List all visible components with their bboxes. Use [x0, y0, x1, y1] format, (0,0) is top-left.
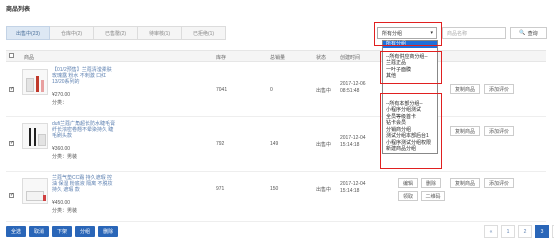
header-stock: 库存	[216, 55, 227, 61]
stock-value: 971	[216, 186, 225, 192]
add-review-button[interactable]: 添加评价	[484, 126, 514, 136]
header-status: 状态	[316, 55, 327, 61]
product-price: ¥270.00	[52, 92, 71, 98]
product-thumbnail[interactable]	[22, 123, 48, 149]
category-dropdown: 所有分组 --所有供应商分组-- 兰蔻正品 一叶子面膜 其他 --所有本部分组-…	[382, 40, 438, 154]
category-select-value: 所有分组	[382, 30, 403, 37]
row-checkbox[interactable]	[9, 192, 14, 198]
product-category: 分类：男装	[52, 208, 78, 214]
status-tabs: 出售中(23) 仓库中(2) 已售罄(2) 待审核(1) 已拒绝(1)	[6, 26, 226, 40]
product-category: 分类：男装	[52, 154, 78, 160]
header-created: 创建时间	[340, 55, 361, 61]
collect-button[interactable]: 领取	[398, 191, 418, 201]
product-thumbnail[interactable]	[22, 178, 48, 204]
tab-warehouse[interactable]: 仓库中(2)	[50, 26, 94, 40]
search-button[interactable]: 🔍 查询	[510, 27, 547, 39]
stock-value: 7041	[216, 87, 228, 93]
table-row: dufi兰蔻广角超长防水睫毛膏 纤长浓密卷翘不晕染持久 睫毛刷头款 ¥360.0…	[6, 117, 546, 172]
product-price: ¥450.00	[52, 200, 71, 206]
search-button-label: 查询	[527, 30, 538, 37]
status-value: 出售中	[316, 187, 332, 193]
table-header: 商品 库存 总销量 状态 创建时间	[6, 50, 546, 62]
tab-sold-out[interactable]: 已售罄(2)	[94, 26, 138, 40]
add-review-button[interactable]: 添加评价	[484, 84, 514, 94]
search-icon: 🔍	[519, 30, 526, 36]
product-thumbnail[interactable]	[22, 69, 48, 95]
product-category: 分类：	[52, 100, 68, 106]
dropdown-item[interactable]: 其他	[383, 73, 437, 80]
pagination: « 1 2 3 »	[484, 225, 554, 238]
prev-page-button[interactable]: «	[484, 225, 498, 238]
status-value: 出售中	[316, 142, 332, 148]
product-name[interactable]: 【01/2预售】兰蔻清滢柔肤玫瑰露 粉水 不刺激 口红 13/20系列的	[52, 67, 116, 85]
chevron-down-icon: ▾	[430, 30, 433, 36]
header-checkbox[interactable]	[9, 53, 14, 58]
dropdown-item[interactable]: 测试分组本部后台1	[383, 133, 437, 140]
sales-value: 149	[270, 141, 279, 147]
created-value: 2017-12-04 15:14:18	[340, 181, 366, 194]
page-2-button[interactable]: 2	[518, 225, 532, 238]
delete-button[interactable]: 删除	[421, 178, 441, 188]
product-price: ¥360.00	[52, 146, 71, 152]
edit-button[interactable]: 编辑	[398, 178, 418, 188]
qrcode-button[interactable]: 二维码	[421, 191, 445, 201]
stock-value: 792	[216, 141, 225, 147]
status-value: 出售中	[316, 88, 332, 94]
group-button[interactable]: 分组	[75, 226, 96, 237]
row-checkbox[interactable]	[9, 140, 14, 146]
delete-selected-button[interactable]: 删除	[98, 226, 119, 237]
sales-value: 0	[270, 87, 273, 93]
add-review-button[interactable]: 添加评价	[484, 178, 514, 188]
copy-product-button[interactable]: 复制商品	[450, 84, 480, 94]
sales-value: 150	[270, 186, 279, 192]
dropdown-item[interactable]: 新建商品分组	[383, 146, 437, 153]
created-value: 2017-12-06 08:51:48	[340, 81, 366, 94]
category-select[interactable]: 所有分组 ▾	[377, 27, 437, 39]
page-3-button[interactable]: 3	[535, 225, 549, 238]
dropdown-item[interactable]: 所有分组	[383, 41, 437, 48]
row-checkbox[interactable]	[9, 86, 14, 92]
tab-on-sale[interactable]: 出售中(23)	[6, 26, 50, 40]
product-name[interactable]: dufi兰蔻广角超长防水睫毛膏 纤长浓密卷翘不晕染持久 睫毛刷头款	[52, 121, 116, 139]
header-sales: 总销量	[270, 55, 286, 61]
page-1-button[interactable]: 1	[501, 225, 515, 238]
table-row: 【01/2预售】兰蔻清滢柔肤玫瑰露 粉水 不刺激 口红 13/20系列的 ¥27…	[6, 63, 546, 117]
cancel-button[interactable]: 取消	[29, 226, 50, 237]
unlist-button[interactable]: 下架	[52, 226, 73, 237]
table-row: 兰蔻气垫CC霜 持久遮瑕 控油 保湿 粉底液 隔离 不脱妆 持久 遮瑕 款 ¥4…	[6, 172, 546, 222]
copy-product-button[interactable]: 复制商品	[450, 178, 480, 188]
copy-product-button[interactable]: 复制商品	[450, 126, 480, 136]
header-product: 商品	[24, 55, 35, 61]
page-title: 商品列表	[6, 7, 31, 13]
bottom-action-bar: 全选 取消 下架 分组 删除	[6, 226, 119, 237]
tab-pending[interactable]: 待审核(1)	[138, 26, 182, 40]
created-value: 2017-12-04 15:14:18	[340, 135, 366, 148]
select-all-button[interactable]: 全选	[6, 226, 27, 237]
product-name[interactable]: 兰蔻气垫CC霜 持久遮瑕 控油 保湿 粉底液 隔离 不脱妆 持久 遮瑕 款	[52, 175, 116, 193]
tab-rejected[interactable]: 已拒绝(1)	[182, 26, 226, 40]
search-input[interactable]: 商品名称	[442, 27, 506, 39]
